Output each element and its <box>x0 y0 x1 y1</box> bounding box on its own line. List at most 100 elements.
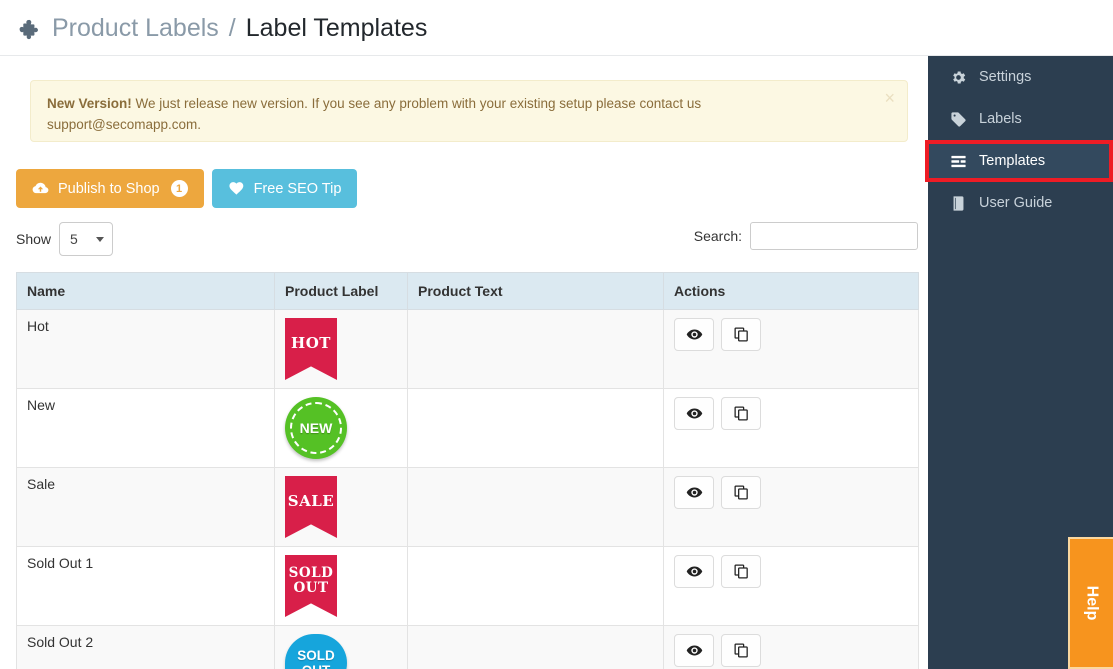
preview-button[interactable] <box>674 476 714 509</box>
label-graphic-text: NEW <box>300 420 333 436</box>
preview-button[interactable] <box>674 555 714 588</box>
search-control: Search: <box>694 222 918 250</box>
top-header: Product Labels / Label Templates <box>0 0 1113 56</box>
cell-name: Hot <box>17 310 275 389</box>
eye-icon <box>686 563 703 580</box>
label-graphic-ribbon: SALE <box>285 476 337 538</box>
label-graphic-text: SOLDOUT <box>289 566 334 596</box>
sidebar-item-label: Labels <box>979 111 1022 127</box>
show-label: Show <box>16 231 51 247</box>
preview-button[interactable] <box>674 397 714 430</box>
label-graphic-text: OUT <box>302 663 331 669</box>
duplicate-button[interactable] <box>721 476 761 509</box>
cell-name: Sold Out 2 <box>17 626 275 669</box>
label-graphic-ribbon: HOT <box>285 318 337 380</box>
search-label: Search: <box>694 228 742 244</box>
alert-message: New Version! We just release new version… <box>47 93 787 135</box>
help-tab-label: Help <box>1082 586 1100 621</box>
templates-table: Name Product Label Product Text Actions … <box>16 272 919 669</box>
label-graphic-ribbon: SOLDOUT <box>285 555 337 617</box>
duplicate-button[interactable] <box>721 555 761 588</box>
sidebar-item-label: Templates <box>979 153 1045 169</box>
search-input[interactable] <box>750 222 918 250</box>
duplicate-button[interactable] <box>721 397 761 430</box>
duplicate-button[interactable] <box>721 634 761 667</box>
breadcrumb-parent[interactable]: Product Labels <box>52 12 219 44</box>
sidebar-item-label: User Guide <box>979 195 1052 211</box>
cell-actions <box>664 547 919 626</box>
book-icon <box>950 195 967 212</box>
publish-to-shop-button[interactable]: Publish to Shop 1 <box>16 169 204 208</box>
sidebar-item-templates[interactable]: Templates <box>928 140 1113 182</box>
column-header-name[interactable]: Name <box>17 273 275 310</box>
tag-icon <box>950 111 967 128</box>
duplicate-button[interactable] <box>721 318 761 351</box>
alert-body: We just release new version. If you see … <box>47 96 701 132</box>
action-button-group <box>674 555 908 588</box>
table-row: Sold Out 2SOLDOUT <box>17 626 919 669</box>
eye-icon <box>686 405 703 422</box>
app-root: Product Labels / Label Templates New Ver… <box>0 0 1113 669</box>
breadcrumb-separator: / <box>229 12 236 44</box>
cell-product-label: SALE <box>275 468 408 547</box>
sidebar-item-settings[interactable]: Settings <box>928 56 1113 98</box>
cell-product-text <box>408 626 664 669</box>
label-graphic-circle: NEW <box>285 397 347 459</box>
label-graphic-text: SALE <box>288 493 334 509</box>
table-row: Sold Out 1 SOLDOUT <box>17 547 919 626</box>
sidebar-menu: Settings Labels Templates User Guide <box>928 56 1113 224</box>
preview-button[interactable] <box>674 634 714 667</box>
free-seo-tip-button[interactable]: Free SEO Tip <box>212 169 358 208</box>
action-button-group <box>674 318 908 351</box>
list-icon <box>950 153 967 170</box>
show-entries-control: Show 5 <box>16 222 113 256</box>
preview-button[interactable] <box>674 318 714 351</box>
new-version-alert: New Version! We just release new version… <box>30 80 908 142</box>
sidebar-item-user-guide[interactable]: User Guide <box>928 182 1113 224</box>
cell-name: Sold Out 1 <box>17 547 275 626</box>
action-button-row: Publish to Shop 1 Free SEO Tip <box>16 169 357 208</box>
cell-product-label: SOLDOUT <box>275 626 408 669</box>
heart-icon <box>228 180 245 197</box>
column-header-product-text[interactable]: Product Text <box>408 273 664 310</box>
table-header-row: Name Product Label Product Text Actions <box>17 273 919 310</box>
cell-product-text <box>408 468 664 547</box>
column-header-actions[interactable]: Actions <box>664 273 919 310</box>
eye-icon <box>686 642 703 659</box>
publish-count-badge: 1 <box>171 180 188 197</box>
table-row: Hot HOT <box>17 310 919 389</box>
chevron-down-icon <box>96 237 104 242</box>
cell-actions <box>664 310 919 389</box>
cell-actions <box>664 468 919 547</box>
free-seo-tip-label: Free SEO Tip <box>254 181 342 197</box>
copy-icon <box>733 563 750 580</box>
column-header-product-label[interactable]: Product Label <box>275 273 408 310</box>
copy-icon <box>733 484 750 501</box>
copy-icon <box>733 642 750 659</box>
table-body: HotHOTNewNEWSaleSALESold Out 1SOLDOUTSol… <box>17 310 919 669</box>
cell-name: Sale <box>17 468 275 547</box>
page-title: Label Templates <box>246 12 428 44</box>
cell-product-label: SOLDOUT <box>275 547 408 626</box>
eye-icon <box>686 484 703 501</box>
publish-to-shop-label: Publish to Shop <box>58 181 160 197</box>
eye-icon <box>686 326 703 343</box>
gear-icon <box>950 69 967 86</box>
close-icon[interactable]: × <box>884 89 895 107</box>
cell-product-label: HOT <box>275 310 408 389</box>
action-button-group <box>674 397 908 430</box>
label-graphic-text: SOLD <box>297 648 335 663</box>
action-button-group <box>674 476 908 509</box>
cell-product-label: NEW <box>275 389 408 468</box>
cell-actions <box>664 626 919 669</box>
label-graphic-text: HOT <box>291 335 331 351</box>
sidebar-item-labels[interactable]: Labels <box>928 98 1113 140</box>
copy-icon <box>733 326 750 343</box>
cell-actions <box>664 389 919 468</box>
show-entries-select[interactable]: 5 <box>59 222 113 256</box>
cell-name: New <box>17 389 275 468</box>
cell-product-text <box>408 547 664 626</box>
puzzle-piece-icon <box>18 18 42 42</box>
help-tab-button[interactable]: Help <box>1068 537 1113 669</box>
cell-product-text <box>408 310 664 389</box>
